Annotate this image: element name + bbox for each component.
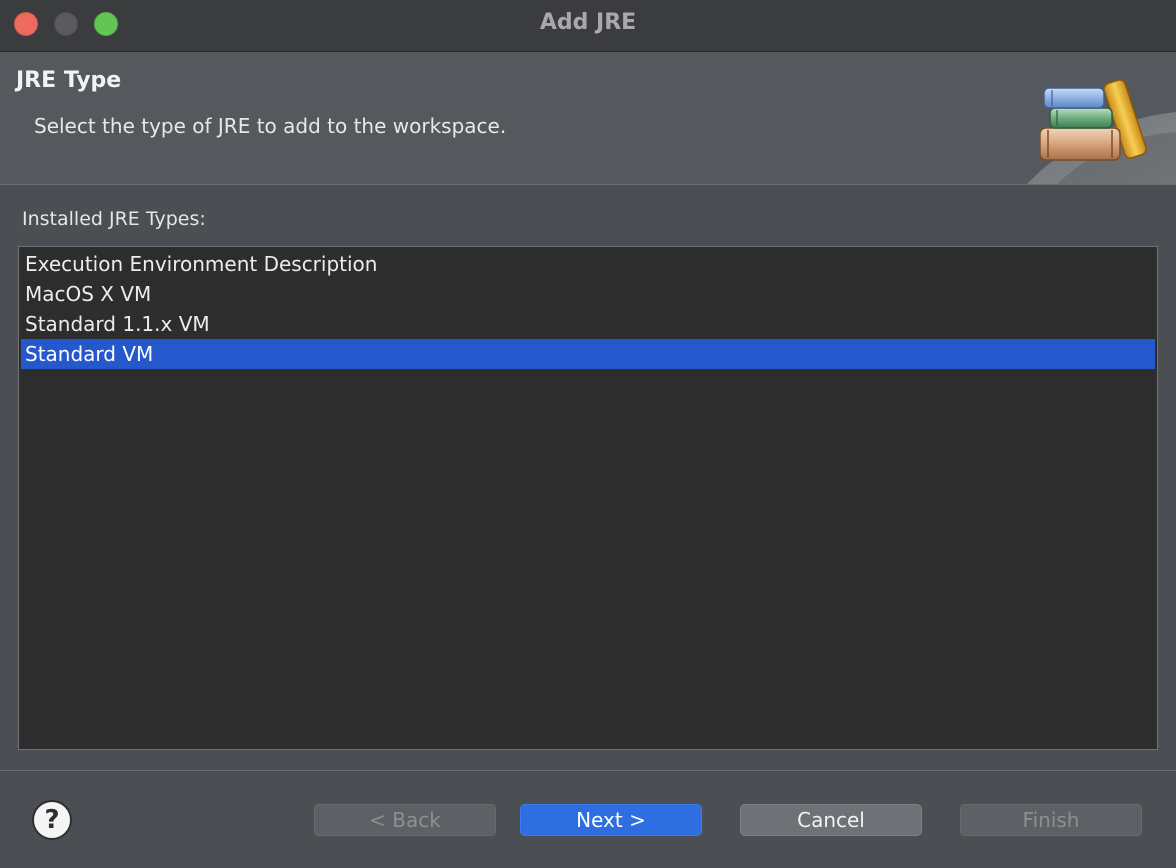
installed-jre-types-label: Installed JRE Types:: [22, 208, 206, 230]
window-title: Add JRE: [539, 10, 637, 35]
banner-description: Select the type of JRE to add to the wor…: [34, 114, 507, 138]
jre-library-books-icon: [1026, 79, 1176, 184]
add-jre-dialog: Add JRE JRE Type Select the type of JRE …: [0, 0, 1176, 868]
back-button[interactable]: < Back: [314, 804, 496, 836]
finish-button[interactable]: Finish: [960, 804, 1142, 836]
wizard-banner: JRE Type Select the type of JRE to add t…: [0, 52, 1176, 185]
footer-divider: [0, 770, 1176, 771]
next-button[interactable]: Next >: [520, 804, 702, 836]
banner-title: JRE Type: [16, 68, 122, 93]
help-icon[interactable]: ?: [32, 800, 72, 840]
cancel-button[interactable]: Cancel: [740, 804, 922, 836]
jre-types-list[interactable]: Execution Environment Description MacOS …: [18, 246, 1158, 750]
list-item[interactable]: MacOS X VM: [21, 279, 1155, 309]
list-item[interactable]: Execution Environment Description: [21, 249, 1155, 279]
list-item-selected[interactable]: Standard VM: [21, 339, 1155, 369]
list-item[interactable]: Standard 1.1.x VM: [21, 309, 1155, 339]
title-bar: Add JRE: [0, 0, 1176, 52]
